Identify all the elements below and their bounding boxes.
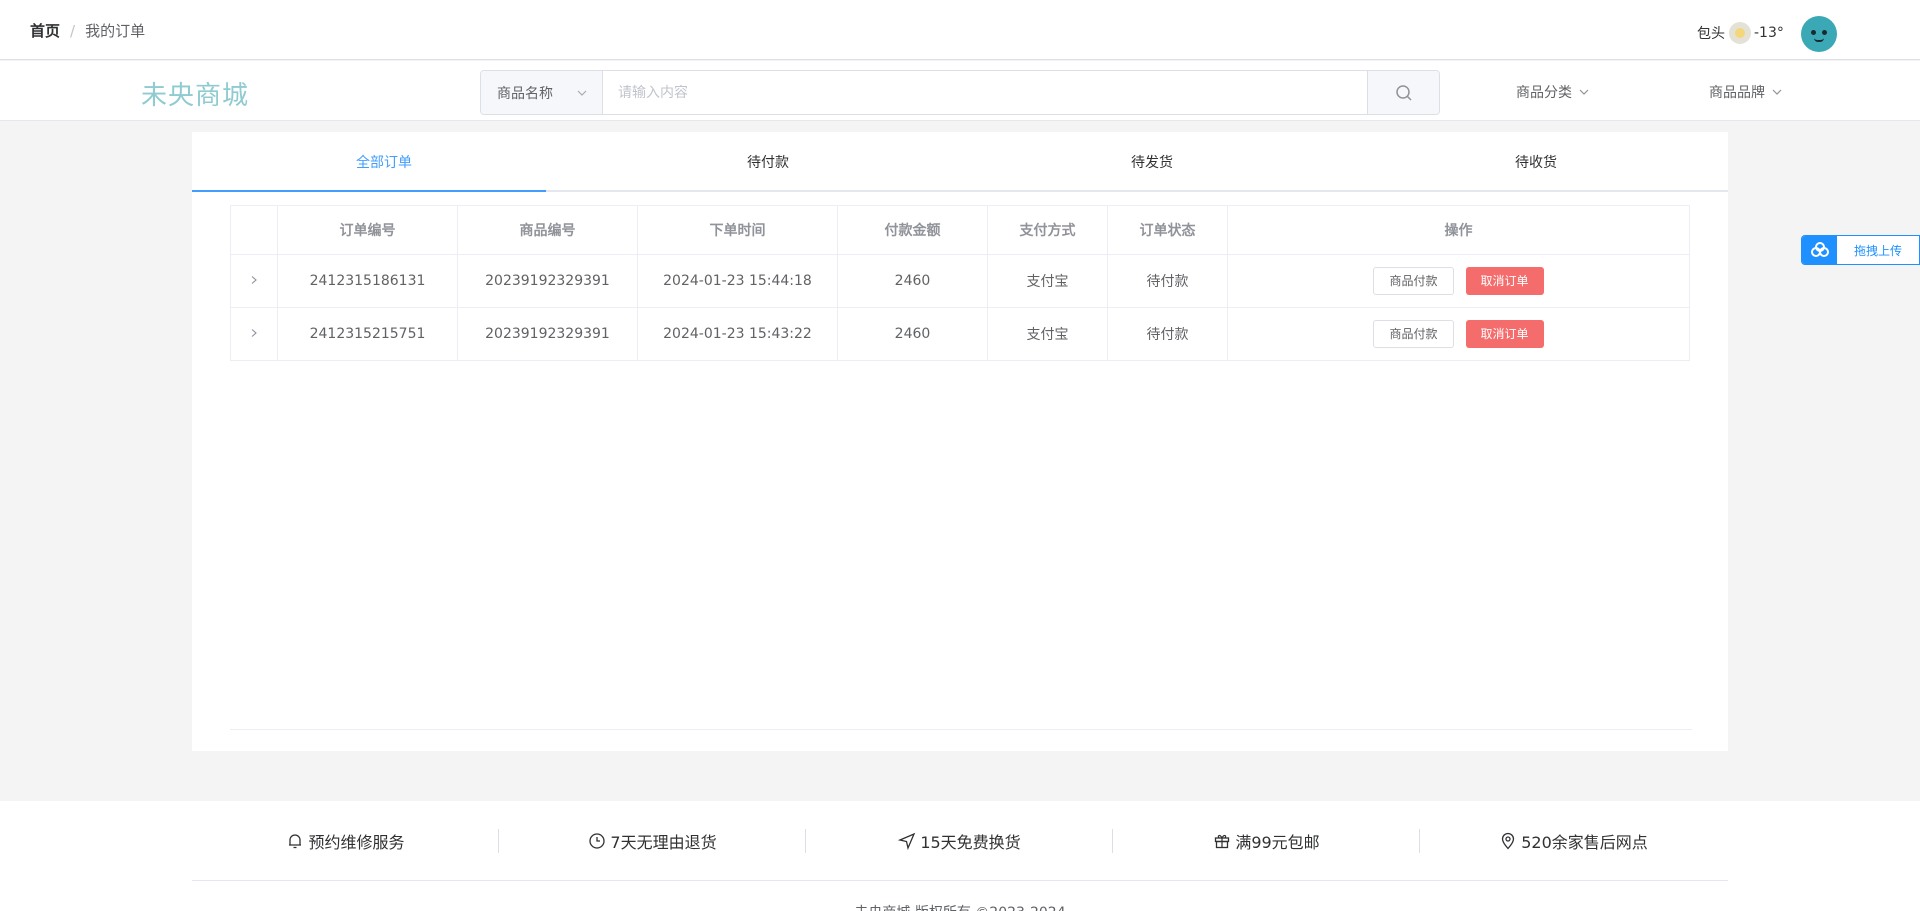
chevron-down-icon bbox=[1579, 89, 1589, 95]
search-category-label: 商品名称 bbox=[497, 85, 553, 102]
service-label: 满99元包邮 bbox=[1235, 832, 1320, 852]
chevron-down-icon bbox=[577, 90, 587, 96]
table-header-row: 订单编号 商品编号 下单时间 付款金额 支付方式 订单状态 操作 bbox=[230, 205, 1690, 255]
breadcrumb-current: 我的订单 bbox=[85, 22, 146, 40]
order-tabs: 全部订单 待付款 待发货 待收货 bbox=[192, 132, 1728, 192]
column-header: 支付方式 bbox=[987, 205, 1108, 255]
search-button[interactable] bbox=[1367, 71, 1439, 114]
orders-card: 全部订单 待付款 待发货 待收货 订单编号 商品编号 下单时间 付款金额 支付方… bbox=[192, 132, 1728, 751]
row-actions: 商品付款 取消订单 bbox=[1227, 307, 1690, 361]
row-expand-toggle[interactable] bbox=[230, 254, 278, 308]
orders-table: 订单编号 商品编号 下单时间 付款金额 支付方式 订单状态 操作 2412315… bbox=[230, 205, 1690, 361]
weather-city: 包头 bbox=[1697, 26, 1725, 42]
service-label: 15天免费换货 bbox=[920, 832, 1021, 852]
cancel-order-button[interactable]: 取消订单 bbox=[1465, 320, 1544, 348]
site-footer: 预约维修服务 7天无理由退货 15天免费换货 满99元包邮 520余家售后网点 … bbox=[0, 801, 1920, 911]
site-logo[interactable]: 未央商城 bbox=[141, 75, 249, 112]
nav-category-label: 商品分类 bbox=[1516, 85, 1572, 101]
cloud-upload-icon bbox=[1802, 236, 1837, 264]
order-time: 2024-01-23 15:43:22 bbox=[637, 307, 838, 361]
chevron-right-icon bbox=[251, 276, 257, 284]
row-expand-toggle[interactable] bbox=[230, 307, 278, 361]
drag-upload-label: 拖拽上传 bbox=[1853, 243, 1902, 258]
service-label: 7天无理由退货 bbox=[610, 832, 717, 852]
weather-widget: 包头 -13° bbox=[1697, 22, 1784, 44]
payment-method: 支付宝 bbox=[987, 254, 1108, 308]
divider bbox=[230, 729, 1692, 730]
service-label: 520余家售后网点 bbox=[1521, 832, 1648, 852]
search-bar: 商品名称 bbox=[480, 70, 1440, 115]
column-header: 订单编号 bbox=[277, 205, 458, 255]
service-item-free-shipping[interactable]: 满99元包邮 bbox=[1113, 801, 1420, 880]
send-icon bbox=[898, 832, 916, 850]
order-number: 2412315215751 bbox=[277, 307, 458, 361]
table-row: 2412315186131 20239192329391 2024-01-23 … bbox=[230, 254, 1690, 308]
tab-pending-payment[interactable]: 待付款 bbox=[576, 132, 960, 192]
payment-method: 支付宝 bbox=[987, 307, 1108, 361]
breadcrumb: 首页 / 我的订单 bbox=[30, 20, 145, 41]
sun-icon bbox=[1729, 22, 1751, 44]
site-header: 未央商城 商品名称 商品分类 商品品牌 bbox=[0, 61, 1920, 121]
order-time: 2024-01-23 15:44:18 bbox=[637, 254, 838, 308]
order-status: 待付款 bbox=[1107, 307, 1228, 361]
tab-all-orders[interactable]: 全部订单 bbox=[192, 132, 576, 192]
service-label: 预约维修服务 bbox=[308, 832, 405, 852]
column-header: 付款金额 bbox=[837, 205, 988, 255]
column-header: 下单时间 bbox=[637, 205, 838, 255]
weather-temperature: -13° bbox=[1754, 25, 1784, 41]
order-status: 待付款 bbox=[1107, 254, 1228, 308]
breadcrumb-home-link[interactable]: 首页 bbox=[30, 20, 60, 41]
column-header: 操作 bbox=[1227, 205, 1690, 255]
cancel-order-button[interactable]: 取消订单 bbox=[1465, 267, 1544, 295]
row-actions: 商品付款 取消订单 bbox=[1227, 254, 1690, 308]
column-header: 订单状态 bbox=[1107, 205, 1228, 255]
pay-button[interactable]: 商品付款 bbox=[1373, 267, 1454, 295]
service-item-exchange[interactable]: 15天免费换货 bbox=[806, 801, 1113, 880]
search-icon bbox=[1395, 84, 1412, 101]
table-row: 2412315215751 20239192329391 2024-01-23 … bbox=[230, 307, 1690, 361]
chevron-down-icon bbox=[1772, 89, 1782, 95]
copyright-text: 未央商城 版权所有 ©2023-2024 bbox=[0, 902, 1920, 911]
avatar-mouth bbox=[1814, 38, 1824, 42]
payment-amount: 2460 bbox=[837, 307, 988, 361]
tab-pending-shipment[interactable]: 待发货 bbox=[960, 132, 1344, 192]
nav-brand-dropdown[interactable]: 商品品牌 bbox=[1709, 82, 1783, 102]
service-item-return[interactable]: 7天无理由退货 bbox=[499, 801, 806, 880]
tab-pending-receipt[interactable]: 待收货 bbox=[1344, 132, 1728, 192]
order-number: 2412315186131 bbox=[277, 254, 458, 308]
pay-button[interactable]: 商品付款 bbox=[1373, 320, 1454, 348]
avatar-eye-left bbox=[1811, 30, 1816, 35]
breadcrumb-separator: / bbox=[70, 21, 76, 40]
payment-amount: 2460 bbox=[837, 254, 988, 308]
active-tab-indicator bbox=[192, 190, 546, 192]
nav-brand-label: 商品品牌 bbox=[1709, 85, 1765, 101]
location-icon bbox=[1502, 832, 1515, 849]
product-number: 20239192329391 bbox=[457, 254, 638, 308]
gift-icon bbox=[1215, 834, 1230, 848]
user-avatar[interactable] bbox=[1801, 16, 1837, 52]
column-header-expand bbox=[230, 205, 278, 255]
nav-category-dropdown[interactable]: 商品分类 bbox=[1516, 82, 1590, 102]
avatar-eye-right bbox=[1822, 30, 1827, 35]
bell-icon bbox=[289, 833, 302, 848]
top-bar: 首页 / 我的订单 包头 -13° bbox=[0, 0, 1920, 60]
chevron-right-icon bbox=[251, 329, 257, 337]
drag-upload-widget[interactable]: 拖拽上传 bbox=[1801, 235, 1920, 265]
service-strip: 预约维修服务 7天无理由退货 15天免费换货 满99元包邮 520余家售后网点 bbox=[192, 801, 1728, 881]
service-item-outlets[interactable]: 520余家售后网点 bbox=[1420, 801, 1727, 880]
clock-icon bbox=[589, 832, 606, 849]
search-input[interactable] bbox=[603, 71, 1367, 114]
column-header: 商品编号 bbox=[457, 205, 638, 255]
product-number: 20239192329391 bbox=[457, 307, 638, 361]
service-item-repair[interactable]: 预约维修服务 bbox=[192, 801, 499, 880]
search-category-select[interactable]: 商品名称 bbox=[481, 71, 603, 114]
